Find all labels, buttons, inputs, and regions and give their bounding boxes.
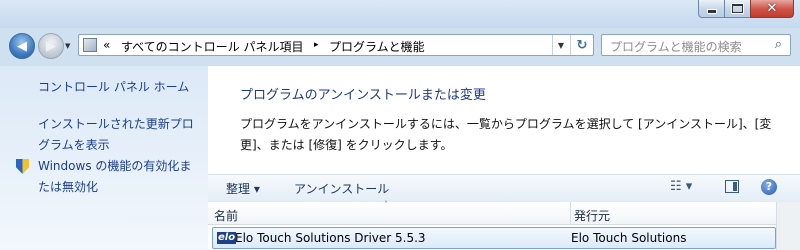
history-dropdown-icon[interactable]: ▼: [65, 42, 70, 50]
breadcrumb-separator-icon[interactable]: ▸: [314, 40, 319, 50]
help-icon[interactable]: ?: [761, 179, 777, 195]
maximize-button[interactable]: [724, 0, 751, 18]
main-content: プログラムのアンインストールまたは変更 プログラムをアンインストールするには、一…: [208, 66, 800, 250]
program-name: Elo Touch Solutions Driver 5.5.3: [235, 231, 426, 245]
search-box[interactable]: プログラムと機能の検索 ⌕: [601, 34, 791, 56]
column-header-publisher[interactable]: 発行元: [574, 207, 610, 224]
sidebar-item-windows-features[interactable]: Windows の機能の有効化または無効化: [38, 156, 198, 198]
shield-icon: [16, 159, 29, 174]
address-dropdown-icon[interactable]: ▼: [552, 35, 569, 55]
vertical-scrollbar[interactable]: [776, 202, 800, 250]
uninstall-button[interactable]: アンインストール: [294, 180, 389, 197]
sidebar: コントロール パネル ホーム インストールされた更新プログラムを表示 Windo…: [0, 66, 208, 250]
elo-logo-icon: elo: [217, 232, 237, 244]
forward-arrow-icon: ▶: [46, 38, 56, 54]
navigation-bar: ◀ ▶ ▼ « すべてのコントロール パネル項目 ▸ プログラムと機能 ▼ ↻ …: [0, 28, 800, 66]
organize-button[interactable]: 整理 ▾: [226, 180, 260, 197]
search-icon[interactable]: ⌕: [775, 37, 782, 52]
close-button[interactable]: ✕: [750, 0, 794, 18]
column-divider[interactable]: [570, 202, 571, 224]
program-row[interactable]: elo Elo Touch Solutions Driver 5.5.3 Elo…: [212, 227, 776, 249]
window-controls: ✕: [698, 0, 794, 18]
address-bar[interactable]: « すべてのコントロール パネル項目 ▸ プログラムと機能 ▼ ↻: [78, 34, 594, 56]
sort-ascending-icon: ˄: [384, 200, 388, 209]
sidebar-item-control-panel-home[interactable]: コントロール パネル ホーム: [38, 77, 198, 98]
command-toolbar: 整理 ▾ アンインストール ☷ ▾ ?: [208, 174, 800, 203]
breadcrumb-overflow[interactable]: «: [103, 38, 110, 52]
preview-pane-icon[interactable]: [725, 180, 739, 193]
control-panel-icon: [83, 38, 97, 52]
back-button[interactable]: ◀: [9, 33, 35, 59]
breadcrumb-programs-and-features[interactable]: プログラムと機能: [329, 38, 425, 55]
change-view-icon[interactable]: ☷ ▾: [670, 179, 692, 194]
column-header: ˄ 名前 発行元: [208, 200, 800, 225]
search-placeholder: プログラムと機能の検索: [610, 40, 742, 54]
forward-button[interactable]: ▶: [38, 33, 64, 59]
maximize-icon: [732, 4, 743, 13]
column-header-name[interactable]: 名前: [214, 207, 238, 224]
page-description: プログラムをアンインストールするには、一覧からプログラムを選択して [アンインス…: [240, 117, 772, 152]
minimize-button[interactable]: [698, 0, 725, 18]
sidebar-item-view-installed-updates[interactable]: インストールされた更新プログラムを表示: [38, 114, 198, 156]
breadcrumb-all-control-panel-items[interactable]: すべてのコントロール パネル項目: [121, 38, 304, 55]
title-bar: ✕: [0, 0, 800, 28]
page-title: プログラムのアンインストールまたは変更: [240, 88, 486, 103]
program-publisher: Elo Touch Solutions: [571, 231, 687, 245]
minimize-icon: [707, 10, 716, 13]
back-arrow-icon: ◀: [17, 38, 27, 54]
close-icon: ✕: [766, 1, 778, 16]
refresh-icon[interactable]: ↻: [570, 35, 593, 55]
